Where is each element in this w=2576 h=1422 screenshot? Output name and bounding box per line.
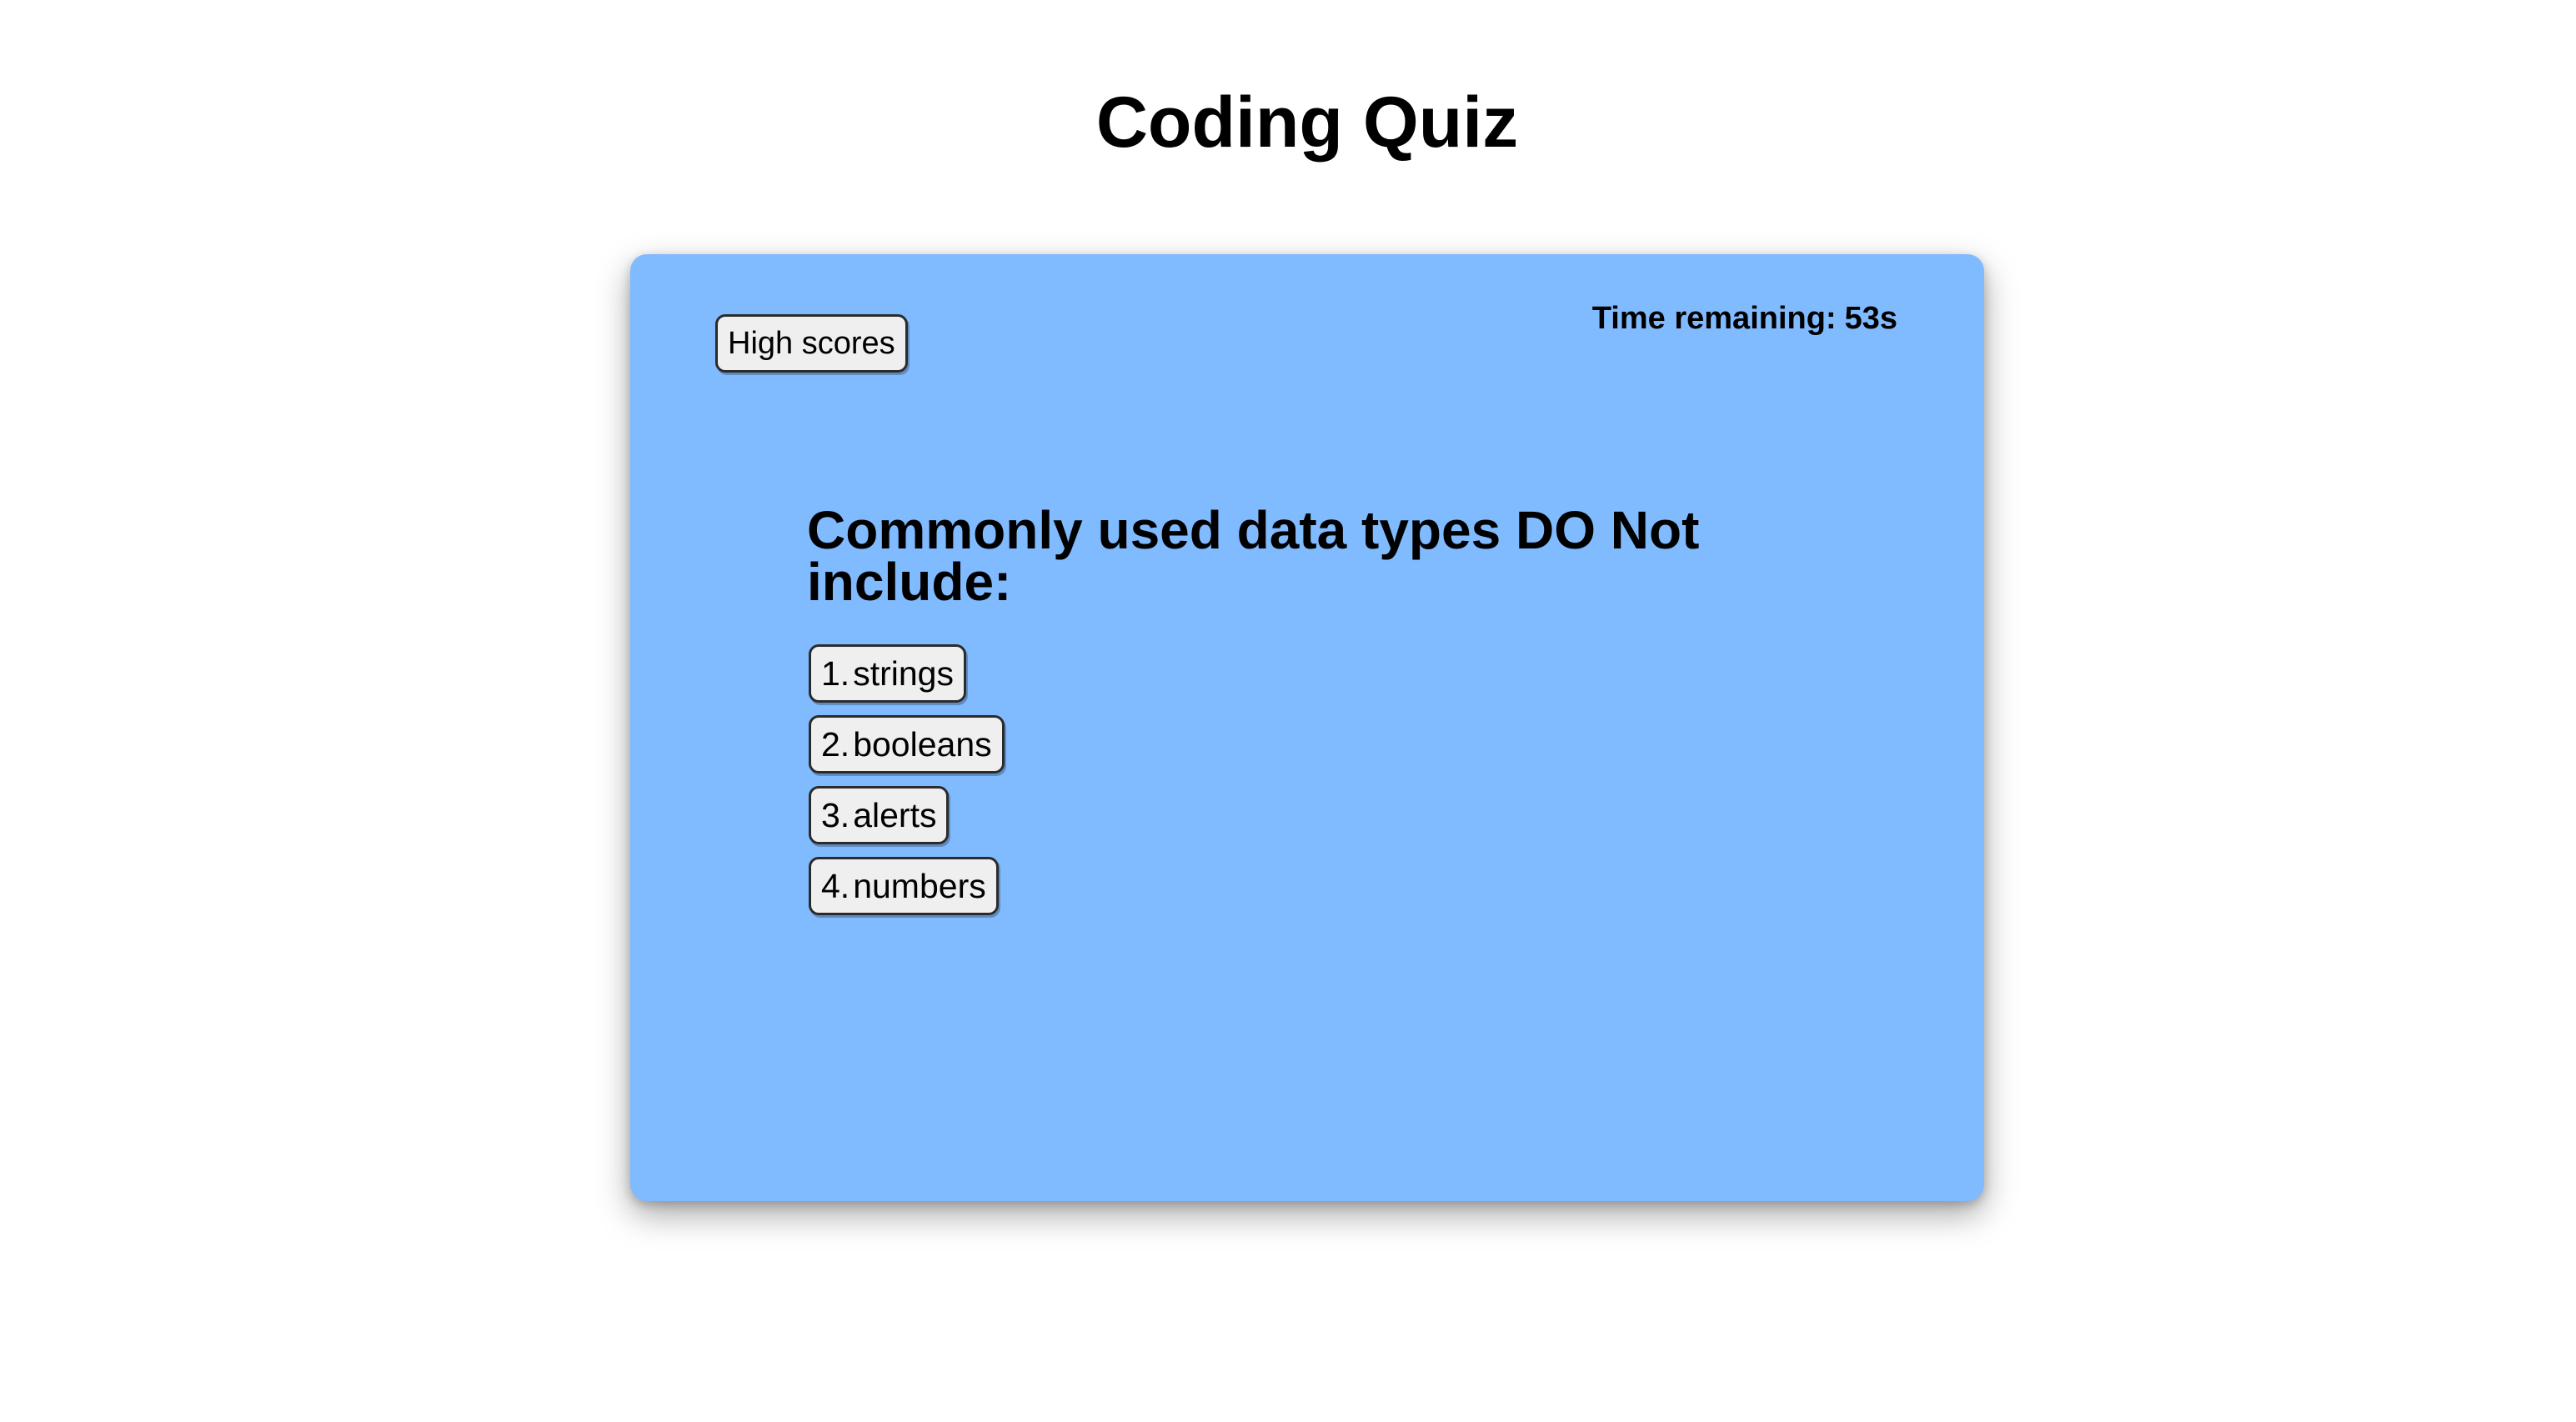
answer-button-4[interactable]: 4.numbers bbox=[809, 857, 999, 915]
answer-number: 2. bbox=[821, 725, 850, 764]
answer-text: alerts bbox=[853, 796, 937, 834]
timer-label: Time remaining: bbox=[1591, 301, 1837, 336]
answer-button-1[interactable]: 1.strings bbox=[809, 644, 966, 703]
answer-list: 1.strings 2.booleans 3.alerts 4.numbers bbox=[809, 644, 1476, 928]
question-text: Commonly used data types DO Not include: bbox=[807, 500, 1700, 612]
timer: Time remaining: 53s bbox=[1592, 303, 1897, 334]
answer-text: booleans bbox=[853, 725, 992, 764]
timer-value: 53s bbox=[1844, 301, 1897, 336]
answer-button-2[interactable]: 2.booleans bbox=[809, 715, 1005, 774]
answer-button-3[interactable]: 3.alerts bbox=[809, 786, 950, 844]
high-scores-button[interactable]: High scores bbox=[715, 314, 908, 373]
answer-text: strings bbox=[853, 654, 954, 693]
answer-text: numbers bbox=[853, 867, 986, 905]
answer-number: 4. bbox=[821, 867, 850, 905]
answer-number: 3. bbox=[821, 796, 850, 834]
page-title: Coding Quiz bbox=[1095, 83, 1519, 163]
quiz-card: High scores Time remaining: 53s Commonly … bbox=[630, 254, 1984, 1201]
page: Coding Quiz High scores Time remaining: 5… bbox=[0, 0, 2576, 1422]
answer-number: 1. bbox=[821, 654, 850, 693]
